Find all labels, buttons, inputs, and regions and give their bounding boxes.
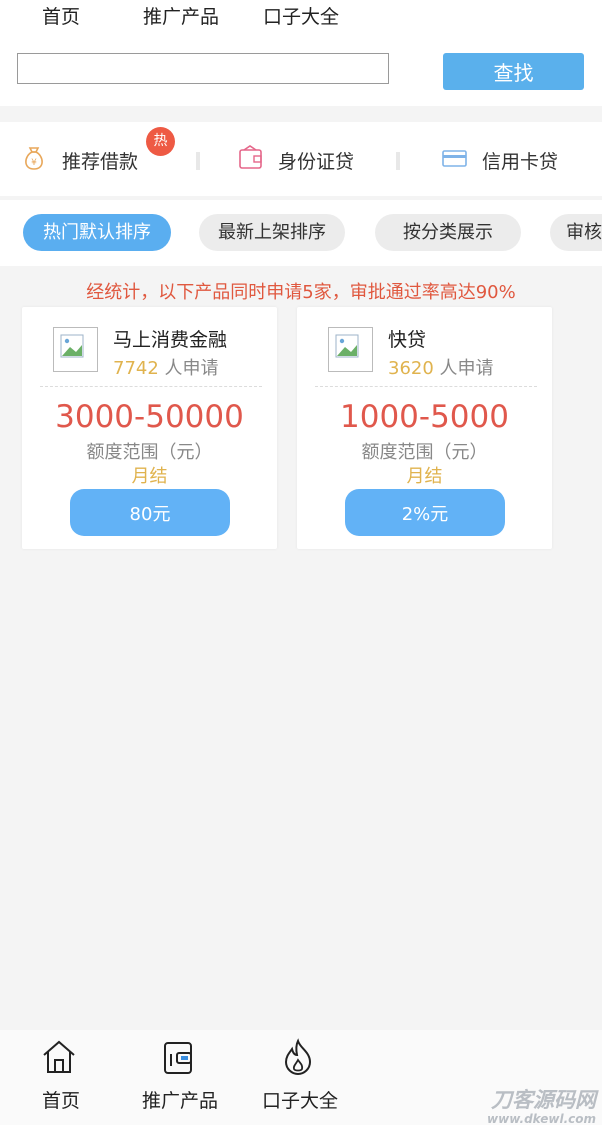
sort-chip-popular-default[interactable]: 热门默认排序 <box>23 214 171 251</box>
top-tab-loan-directory[interactable]: 口子大全 <box>263 2 339 29</box>
sort-chip-newest[interactable]: 最新上架排序 <box>199 214 345 251</box>
repayment-term: 月结 <box>406 466 443 487</box>
amount-range: 1000-5000 <box>340 399 509 435</box>
category-label: 信用卡贷 <box>482 151 559 173</box>
watermark-title: 刀客源码网 <box>491 1088 596 1112</box>
applicant-count-number: 3620 <box>388 358 434 379</box>
category-recommended-loans[interactable]: ¥ 推荐借款 <box>20 144 150 174</box>
product-name: 快贷 <box>388 329 427 351</box>
image-placeholder-icon <box>53 327 98 372</box>
top-nav: 首页 推广产品 口子大全 <box>0 0 602 36</box>
applicant-count-suffix: 人申请 <box>433 358 494 379</box>
amount-range-label: 额度范围（元） <box>361 442 488 463</box>
product-card[interactable]: 马上消费金融 7742 人申请 3000-50000 额度范围（元） 月结 80… <box>22 307 277 549</box>
image-placeholder-icon <box>328 327 373 372</box>
applicant-count-suffix: 人申请 <box>158 358 219 379</box>
money-bag-icon: ¥ <box>20 144 48 172</box>
category-divider <box>396 152 400 170</box>
wallet-card-icon <box>236 144 264 172</box>
search-button[interactable]: 查找 <box>443 53 584 90</box>
amount-range: 3000-50000 <box>55 399 244 435</box>
category-credit-card-loans[interactable]: 信用卡贷 <box>440 144 570 174</box>
card-divider <box>315 386 537 387</box>
stat-note: 经统计，以下产品同时申请5家，审批通过率高达90% <box>86 282 516 303</box>
apply-button[interactable]: 80元 <box>70 489 230 536</box>
bottom-nav-promoted-products[interactable]: 推广产品 <box>142 1030 222 1125</box>
card-divider <box>40 386 262 387</box>
applicant-count: 3620 人申请 <box>388 354 494 380</box>
category-id-card-loans[interactable]: 身份证贷 <box>236 144 366 174</box>
category-label: 身份证贷 <box>278 151 355 173</box>
category-divider <box>196 152 200 170</box>
bottom-nav-loan-directory[interactable]: 口子大全 <box>262 1030 342 1125</box>
sort-chip-review[interactable]: 审核 <box>550 214 602 251</box>
bottom-nav-home[interactable]: 首页 <box>40 1030 100 1125</box>
home-icon <box>41 1038 77 1076</box>
repayment-term: 月结 <box>131 466 168 487</box>
fire-icon <box>280 1038 316 1076</box>
applicant-count: 7742 人申请 <box>113 354 219 380</box>
sort-strip: 热门默认排序 最新上架排序 按分类展示 审核 <box>0 200 602 266</box>
top-tab-home[interactable]: 首页 <box>42 2 80 29</box>
top-tab-promoted-products[interactable]: 推广产品 <box>143 2 219 29</box>
product-card[interactable]: 快贷 3620 人申请 1000-5000 额度范围（元） 月结 2%元 <box>297 307 552 549</box>
bottom-nav-label: 推广产品 <box>142 1090 219 1112</box>
sort-chip-by-category[interactable]: 按分类展示 <box>375 214 521 251</box>
product-name: 马上消费金融 <box>113 329 228 351</box>
search-input[interactable] <box>17 53 389 84</box>
category-label: 推荐借款 <box>62 151 139 173</box>
wallet-icon <box>161 1038 197 1076</box>
bottom-nav-label: 口子大全 <box>262 1090 339 1112</box>
watermark-logo: 刀客源码网 www.dkewl.com <box>480 1084 596 1125</box>
category-strip: ¥ 推荐借款 身份证贷 信用卡贷 <box>0 122 602 196</box>
bottom-nav-label: 首页 <box>42 1090 81 1112</box>
watermark-url: www.dkewl.com <box>487 1112 596 1125</box>
svg-text:¥: ¥ <box>31 158 37 168</box>
hot-badge: 热 <box>146 127 175 156</box>
credit-card-icon <box>440 144 468 172</box>
apply-button[interactable]: 2%元 <box>345 489 505 536</box>
amount-range-label: 额度范围（元） <box>86 442 213 463</box>
applicant-count-number: 7742 <box>113 358 159 379</box>
search-bar: 查找 <box>0 36 602 106</box>
